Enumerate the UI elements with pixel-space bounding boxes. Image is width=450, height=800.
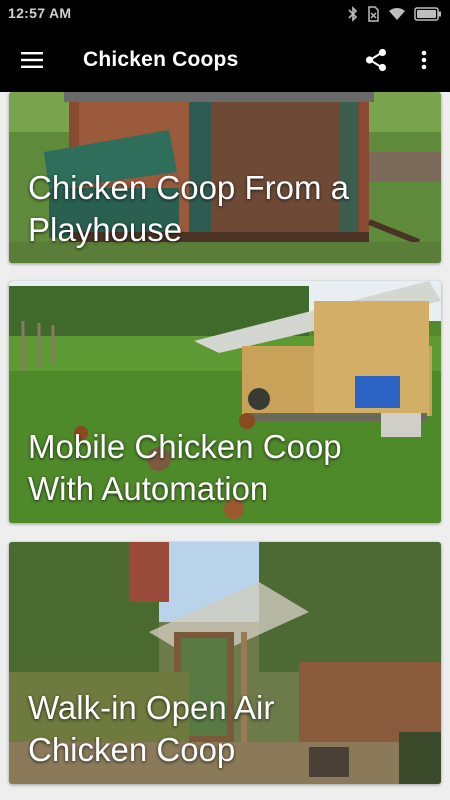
status-icons	[348, 4, 442, 24]
article-title-line: Chicken Coop From a	[28, 169, 349, 206]
hamburger-menu-icon	[21, 52, 43, 68]
share-icon	[365, 48, 387, 72]
bluetooth-icon	[348, 6, 358, 22]
status-time: 12:57 AM	[8, 5, 72, 21]
status-bar: 12:57 AM	[0, 0, 450, 28]
app-toolbar: Chicken Coops	[0, 28, 450, 92]
article-title-line: Chicken Coop	[28, 731, 236, 768]
article-title-line: With Automation	[28, 470, 269, 507]
wifi-icon	[388, 7, 406, 21]
article-title-line: Walk-in Open Air	[28, 689, 275, 726]
overflow-menu-button[interactable]	[404, 40, 444, 80]
menu-button[interactable]	[12, 40, 52, 80]
battery-icon	[414, 7, 442, 21]
more-vert-icon	[421, 50, 427, 70]
toolbar-title: Chicken Coops	[83, 48, 239, 71]
article-card[interactable]: Walk-in Open Air Chicken Coop	[9, 542, 441, 784]
article-card[interactable]: Mobile Chicken Coop With Automation	[9, 281, 441, 523]
article-card[interactable]: Chicken Coop From a Playhouse	[9, 92, 441, 263]
article-title: Mobile Chicken Coop With Automation	[28, 426, 429, 510]
article-title: Walk-in Open Air Chicken Coop	[28, 687, 429, 771]
article-feed[interactable]: Chicken Coop From a Playhouse Mobile Chi…	[0, 92, 450, 800]
sim-off-icon	[366, 6, 380, 22]
share-button[interactable]	[356, 40, 396, 80]
article-title-line: Playhouse	[28, 211, 183, 248]
article-title-line: Mobile Chicken Coop	[28, 428, 342, 465]
article-title: Chicken Coop From a Playhouse	[28, 167, 429, 251]
